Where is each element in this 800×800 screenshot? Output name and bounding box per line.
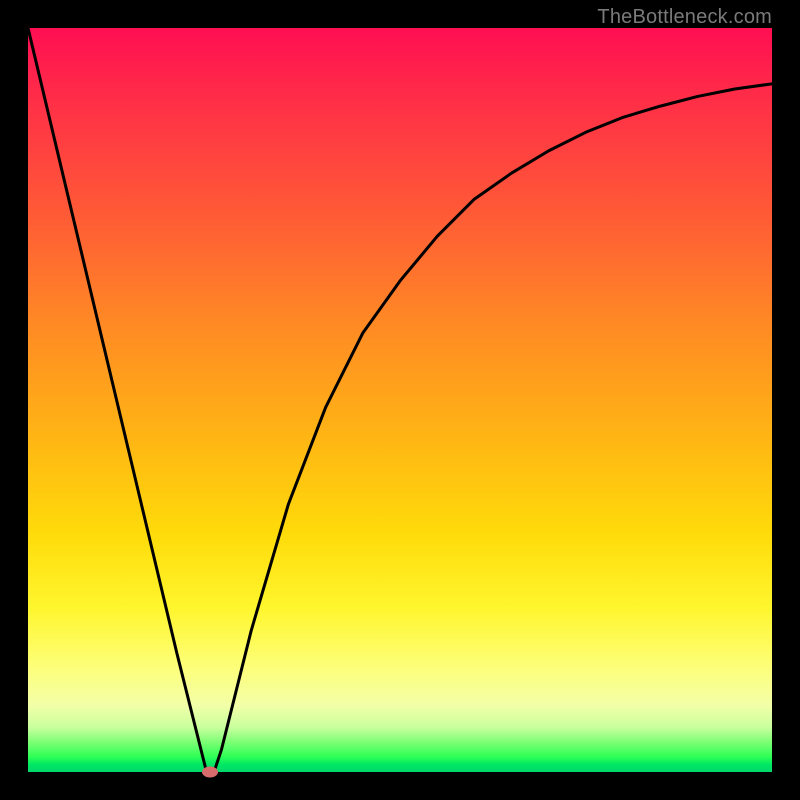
bottleneck-curve [28,28,772,772]
minimum-marker [202,767,218,778]
watermark-text: TheBottleneck.com [597,6,772,29]
chart-frame: TheBottleneck.com [0,0,800,800]
plot-area [28,28,772,772]
